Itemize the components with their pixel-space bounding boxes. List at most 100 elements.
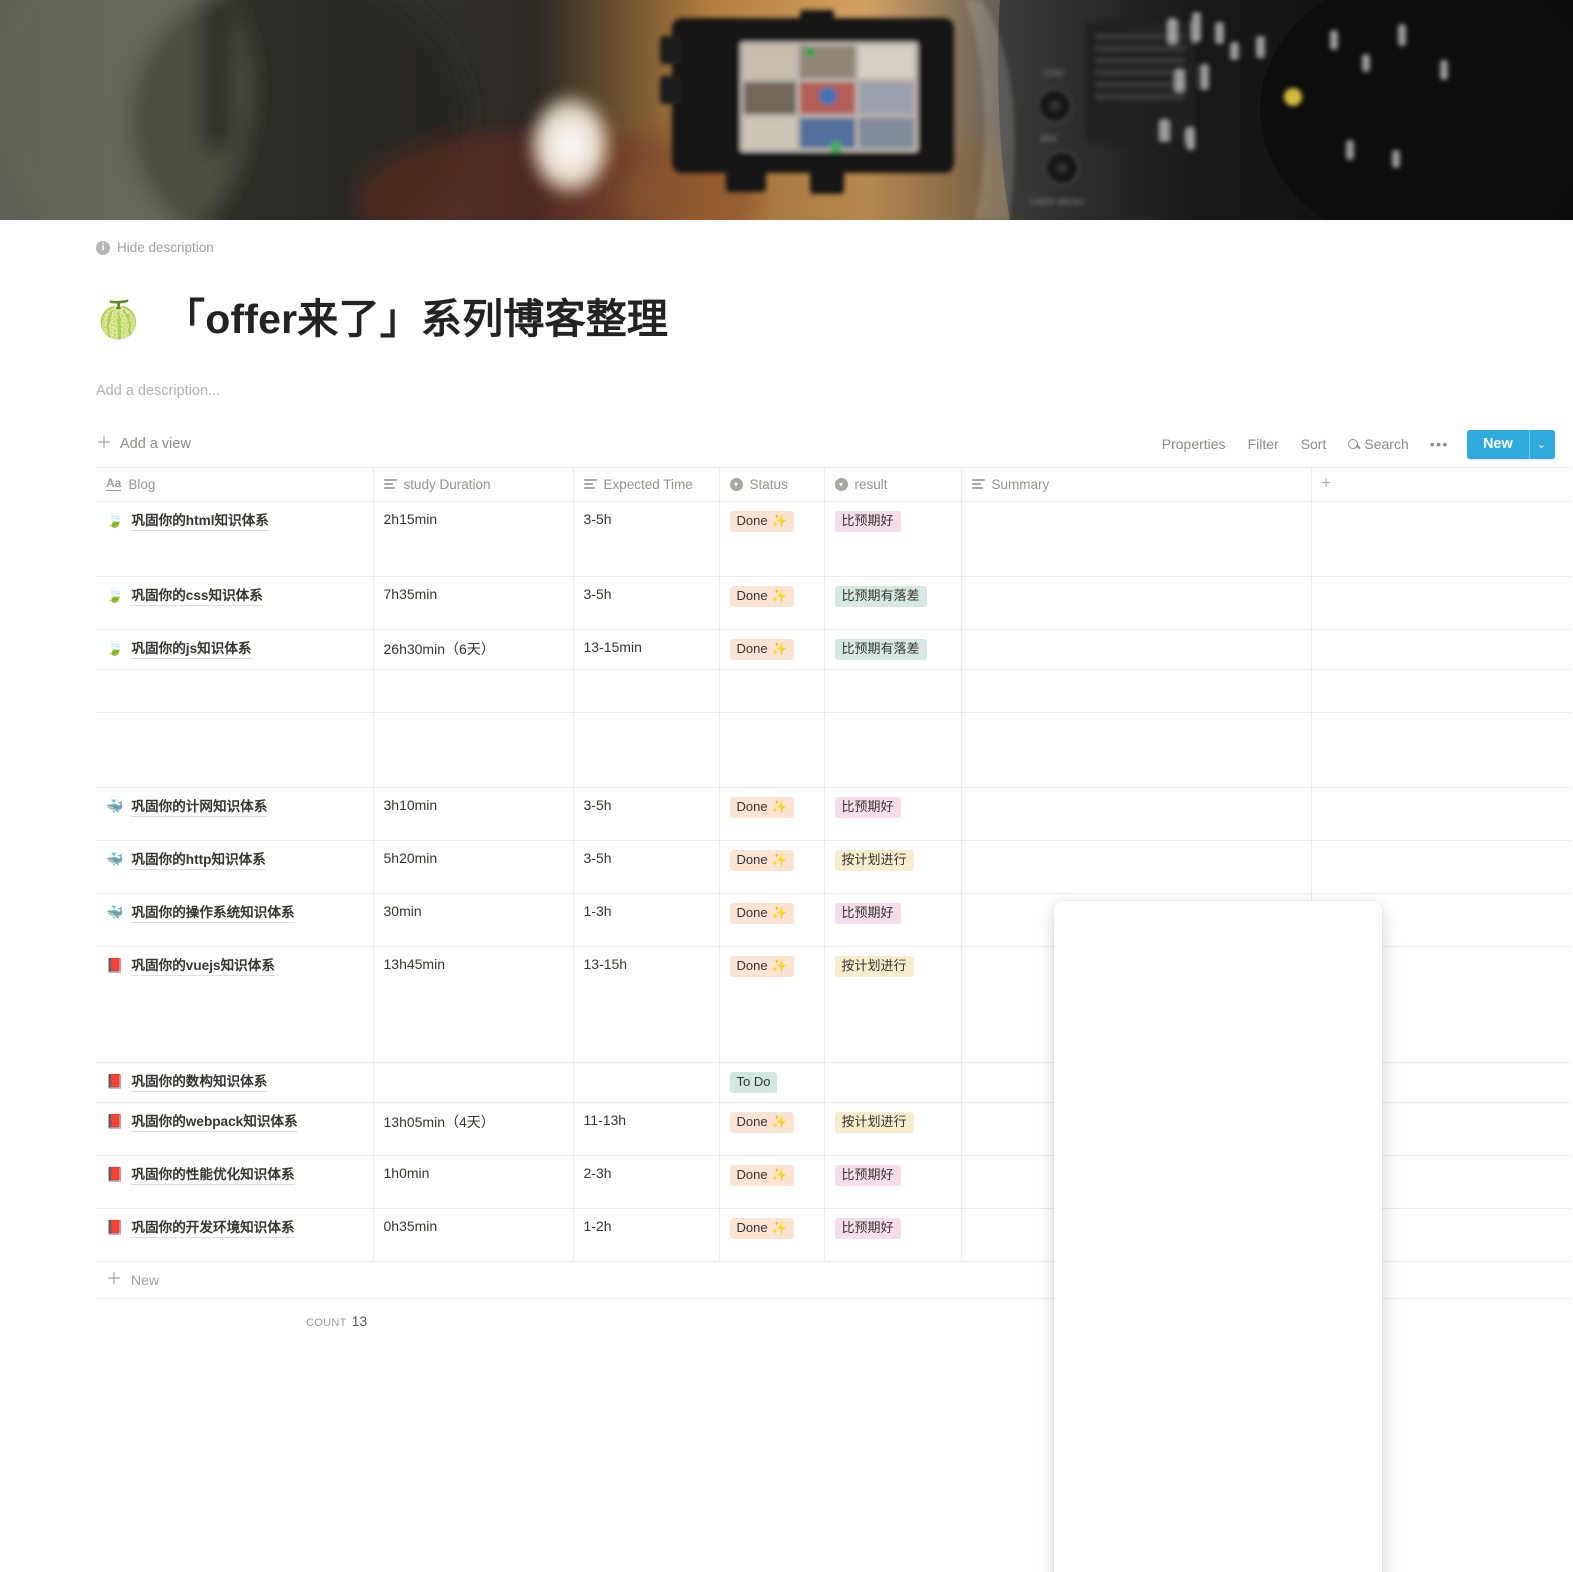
sort-button[interactable]: Sort xyxy=(1290,432,1338,456)
cell-result[interactable]: 比预期好 xyxy=(824,501,962,578)
cell-status[interactable]: Done ✨ xyxy=(719,576,825,631)
cell-expected-time[interactable]: 3-5h xyxy=(573,840,720,895)
column-header-result[interactable]: ▾ result xyxy=(824,467,962,503)
cell-status[interactable]: Done ✨ xyxy=(719,787,825,842)
row-title-link[interactable]: 巩固你的html知识体系 xyxy=(131,511,269,532)
row-title-link[interactable]: 巩固你的开发环境知识体系 xyxy=(131,1218,295,1239)
cell-summary[interactable] xyxy=(961,787,1312,842)
cell-blog[interactable]: 📕 巩固你的性能优化知识体系 xyxy=(96,1155,374,1210)
cell-blog[interactable]: 🐳 巩固你的计网知识体系 xyxy=(96,787,374,842)
cell-study-duration[interactable]: 26h30min（6天） xyxy=(373,629,574,671)
column-header-study-duration[interactable]: study Duration xyxy=(373,467,574,503)
cell-expected-time[interactable] xyxy=(573,669,720,714)
table-row[interactable] xyxy=(96,712,1571,789)
cell-blog[interactable] xyxy=(96,669,374,714)
cell-expected-time[interactable]: 13-15h xyxy=(573,946,720,1064)
cell-expected-time[interactable]: 11-13h xyxy=(573,1102,720,1157)
cell-study-duration[interactable]: 7h35min xyxy=(373,576,574,631)
row-title-link[interactable]: 巩固你的http知识体系 xyxy=(131,850,266,871)
row-title-link[interactable]: 巩固你的vuejs知识体系 xyxy=(131,956,275,977)
cell-status[interactable] xyxy=(719,669,825,714)
row-title-link[interactable]: 巩固你的性能优化知识体系 xyxy=(131,1165,295,1186)
cell-study-duration[interactable]: 30min xyxy=(373,893,574,948)
table-row[interactable] xyxy=(96,669,1571,714)
cell-expected-time[interactable]: 3-5h xyxy=(573,501,720,578)
page-title[interactable]: 「offer来了」系列博客整理 xyxy=(164,296,668,343)
column-header-summary[interactable]: Summary xyxy=(961,467,1312,503)
cell-status[interactable]: Done ✨ xyxy=(719,501,825,578)
table-row[interactable]: 🍃 巩固你的css知识体系 7h35min 3-5h Done ✨ 比预期有落差 xyxy=(96,576,1571,631)
cell-status[interactable]: Done ✨ xyxy=(719,893,825,948)
cell-blog[interactable]: 🍃 巩固你的css知识体系 xyxy=(96,576,374,631)
cell-study-duration[interactable] xyxy=(373,712,574,789)
cell-expected-time[interactable]: 3-5h xyxy=(573,576,720,631)
table-row[interactable]: 🍃 巩固你的html知识体系 2h15min 3-5h Done ✨ 比预期好 xyxy=(96,501,1571,578)
cell-result[interactable]: 比预期好 xyxy=(824,893,962,948)
table-row[interactable]: 🐳 巩固你的计网知识体系 3h10min 3-5h Done ✨ 比预期好 xyxy=(96,787,1571,842)
cell-expected-time[interactable]: 2-3h xyxy=(573,1155,720,1210)
row-title-link[interactable]: 巩固你的webpack知识体系 xyxy=(131,1112,298,1133)
cell-result[interactable]: 比预期好 xyxy=(824,1208,962,1263)
table-row[interactable]: 🐳 巩固你的http知识体系 5h20min 3-5h Done ✨ 按计划进行 xyxy=(96,840,1571,895)
cell-blog[interactable]: 📕 巩固你的开发环境知识体系 xyxy=(96,1208,374,1263)
cell-blog[interactable] xyxy=(96,712,374,789)
cell-study-duration[interactable] xyxy=(373,1062,574,1104)
cell-summary[interactable] xyxy=(961,576,1312,631)
more-options-button[interactable]: ••• xyxy=(1420,432,1459,456)
cell-status[interactable]: Done ✨ xyxy=(719,946,825,1064)
row-title-link[interactable]: 巩固你的计网知识体系 xyxy=(131,797,268,818)
cell-expected-time[interactable] xyxy=(573,1062,720,1104)
cell-blog[interactable]: 🍃 巩固你的html知识体系 xyxy=(96,501,374,578)
cell-result[interactable]: 按计划进行 xyxy=(824,840,962,895)
cell-study-duration[interactable]: 3h10min xyxy=(373,787,574,842)
row-title-link[interactable]: 巩固你的数构知识体系 xyxy=(131,1072,268,1093)
cell-result[interactable] xyxy=(824,712,962,789)
add-a-view-button[interactable]: ＋ Add a view xyxy=(96,436,191,453)
cell-blog[interactable]: 🐳 巩固你的操作系统知识体系 xyxy=(96,893,374,948)
cell-study-duration[interactable]: 0h35min xyxy=(373,1208,574,1263)
cell-status[interactable]: Done ✨ xyxy=(719,840,825,895)
column-header-expected-time[interactable]: Expected Time xyxy=(573,467,720,503)
new-button[interactable]: New xyxy=(1466,429,1529,459)
row-title-link[interactable]: 巩固你的操作系统知识体系 xyxy=(131,903,295,924)
cell-blog[interactable]: 📕 巩固你的webpack知识体系 xyxy=(96,1102,374,1157)
add-column-button[interactable]: + xyxy=(1311,467,1571,503)
page-peek-panel[interactable] xyxy=(1054,901,1382,1572)
cell-summary[interactable] xyxy=(961,501,1312,578)
description-input[interactable]: Add a description... xyxy=(96,383,1555,399)
search-button[interactable]: Search xyxy=(1337,432,1419,456)
cell-status[interactable]: Done ✨ xyxy=(719,1208,825,1263)
cell-status[interactable]: Done ✨ xyxy=(719,1155,825,1210)
cell-study-duration[interactable]: 2h15min xyxy=(373,501,574,578)
column-header-blog[interactable]: Aa Blog xyxy=(96,467,374,503)
row-title-link[interactable]: 巩固你的js知识体系 xyxy=(131,639,252,660)
cell-study-duration[interactable]: 13h45min xyxy=(373,946,574,1064)
cell-status[interactable]: Done ✨ xyxy=(719,629,825,671)
cell-expected-time[interactable]: 1-2h xyxy=(573,1208,720,1263)
cell-blog[interactable]: 🐳 巩固你的http知识体系 xyxy=(96,840,374,895)
column-header-status[interactable]: ▾ Status xyxy=(719,467,825,503)
cell-expected-time[interactable] xyxy=(573,712,720,789)
cell-result[interactable]: 按计划进行 xyxy=(824,946,962,1064)
cell-result[interactable]: 比预期好 xyxy=(824,787,962,842)
cell-result[interactable]: 比预期有落差 xyxy=(824,576,962,631)
chevron-down-icon[interactable]: ⌄ xyxy=(1528,429,1555,459)
table-row[interactable]: 🍃 巩固你的js知识体系 26h30min（6天） 13-15min Done ✨ 比预期… xyxy=(96,629,1571,671)
cell-result[interactable]: 按计划进行 xyxy=(824,1102,962,1157)
properties-button[interactable]: Properties xyxy=(1151,432,1237,456)
cell-status[interactable] xyxy=(719,712,825,789)
cell-result[interactable]: 比预期有落差 xyxy=(824,629,962,671)
row-title-link[interactable]: 巩固你的css知识体系 xyxy=(131,586,263,607)
cell-summary[interactable] xyxy=(961,629,1312,671)
cell-study-duration[interactable]: 13h05min（4天） xyxy=(373,1102,574,1157)
cell-blog[interactable]: 📕 巩固你的数构知识体系 xyxy=(96,1062,374,1104)
cell-blog[interactable]: 🍃 巩固你的js知识体系 xyxy=(96,629,374,671)
cell-blog[interactable]: 📕 巩固你的vuejs知识体系 xyxy=(96,946,374,1064)
cell-result[interactable] xyxy=(824,1062,962,1104)
cell-status[interactable]: To Do xyxy=(719,1062,825,1104)
melon-icon[interactable]: 🍈 xyxy=(96,302,141,338)
cell-summary[interactable] xyxy=(961,669,1312,714)
cell-summary[interactable] xyxy=(961,840,1312,895)
cell-summary[interactable] xyxy=(961,712,1312,789)
cell-study-duration[interactable] xyxy=(373,669,574,714)
